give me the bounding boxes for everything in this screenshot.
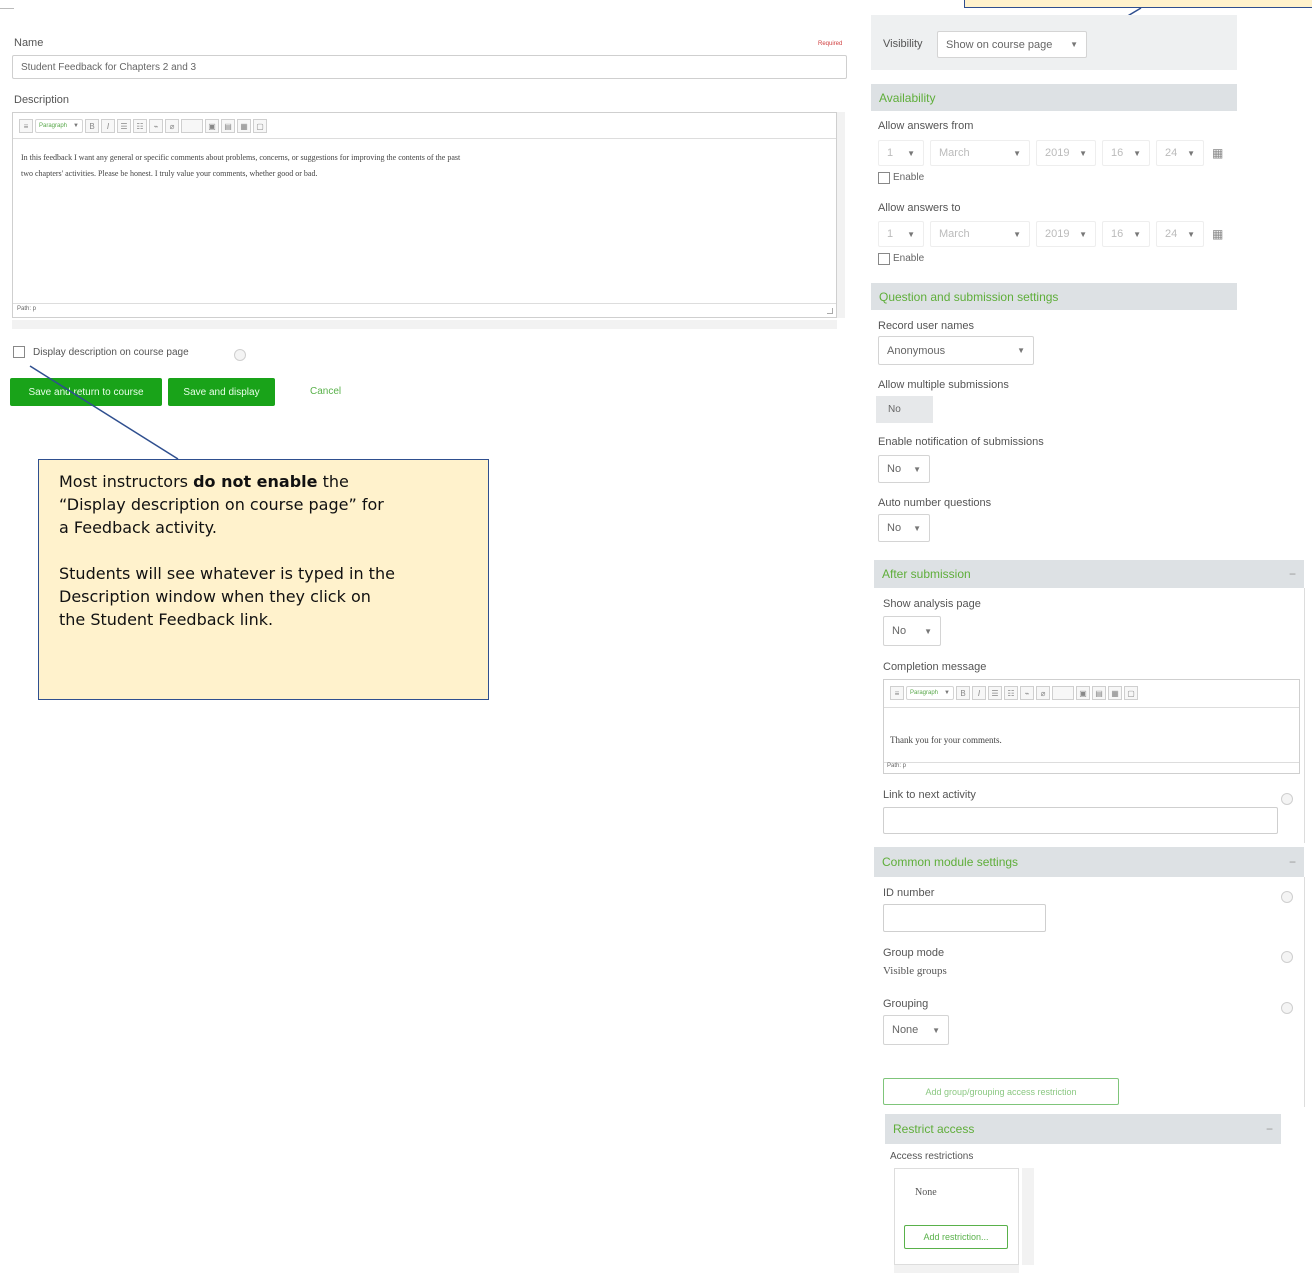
allow-from-date-row: 1 ▼ March ▼ 2019 ▼ 16 ▼ 24 ▼ ▦ [878, 140, 1228, 166]
from-minute-select[interactable]: 24 ▼ [1156, 140, 1204, 166]
from-day-select[interactable]: 1 ▼ [878, 140, 924, 166]
image-icon[interactable]: ▣ [1075, 686, 1090, 700]
availability-header[interactable]: Availability [871, 84, 1237, 111]
multiple-submissions-label: Allow multiple submissions [878, 379, 1009, 391]
completion-path: Path: p [887, 763, 907, 769]
help-icon[interactable] [1281, 793, 1293, 805]
collapse-icon[interactable]: − [1289, 855, 1296, 869]
common-module-header[interactable]: Common module settings − [874, 847, 1304, 877]
help-icon[interactable] [1281, 1002, 1293, 1014]
after-submission-border [1304, 588, 1305, 843]
visibility-select[interactable]: Show on course page ▼ [937, 31, 1087, 58]
grouping-label: Grouping [883, 998, 929, 1010]
help-icon[interactable] [1281, 951, 1293, 963]
access-restrictions-box: None Add restriction... [894, 1168, 1019, 1265]
unlink-icon[interactable]: ⌀ [1035, 686, 1050, 700]
restrictions-horizontal-scrollbar[interactable] [894, 1265, 1019, 1273]
notification-select[interactable]: No ▼ [878, 455, 930, 483]
visibility-label: Visibility [883, 38, 923, 50]
access-none-text: None [915, 1187, 937, 1198]
italic-icon[interactable]: I [971, 686, 986, 700]
number-list-icon[interactable]: ☷ [1003, 686, 1018, 700]
to-enable-checkbox[interactable] [878, 253, 890, 265]
from-year-select[interactable]: 2019 ▼ [1036, 140, 1096, 166]
to-year-select[interactable]: 2019 ▼ [1036, 221, 1096, 247]
completion-format-select[interactable]: Paragraph ▼ [906, 686, 954, 700]
allow-from-label: Allow answers from [878, 120, 974, 132]
collapse-icon[interactable]: − [1266, 1122, 1273, 1136]
bottom-callout-pointer [29, 365, 179, 460]
add-restriction-button[interactable]: Add restriction... [904, 1225, 1008, 1249]
help-icon[interactable] [1281, 891, 1293, 903]
media-icon[interactable]: ▤ [1091, 686, 1106, 700]
multiple-submissions-select[interactable]: No [876, 396, 933, 423]
to-minute-select[interactable]: 24 ▼ [1156, 221, 1204, 247]
completion-message-label: Completion message [883, 661, 987, 673]
to-enable-label: Enable [893, 253, 925, 264]
auto-number-select[interactable]: No ▼ [878, 514, 930, 542]
access-restrictions-label: Access restrictions [890, 1151, 974, 1162]
link-next-select[interactable] [883, 807, 1278, 834]
link-next-label: Link to next activity [883, 789, 976, 801]
file-icon[interactable]: ▦ [1107, 686, 1122, 700]
collapse-icon[interactable]: − [1289, 567, 1296, 581]
group-mode-value: Visible groups [883, 965, 947, 977]
allow-to-date-row: 1 ▼ March ▼ 2019 ▼ 16 ▼ 24 ▼ ▦ [878, 221, 1228, 247]
restrict-access-header[interactable]: Restrict access − [885, 1114, 1281, 1144]
to-month-select[interactable]: March ▼ [930, 221, 1030, 247]
show-analysis-label: Show analysis page [883, 598, 981, 610]
id-number-input[interactable] [883, 904, 1046, 932]
bold-icon[interactable]: B [955, 686, 970, 700]
link-icon[interactable]: ⌁ [1019, 686, 1034, 700]
common-module-border [1304, 877, 1305, 1107]
from-enable-checkbox[interactable] [878, 172, 890, 184]
instruction-callout: Most instructors do not enable the “Disp… [38, 459, 489, 700]
after-submission-header[interactable]: After submission − [874, 560, 1304, 588]
record-names-label: Record user names [878, 320, 974, 332]
calendar-icon[interactable]: ▦ [1212, 146, 1223, 160]
calendar-icon[interactable]: ▦ [1212, 227, 1223, 241]
toolbar-toggle-icon[interactable]: ≡ [890, 686, 904, 700]
top-callout-box [964, 0, 1312, 8]
from-enable-label: Enable [893, 172, 925, 183]
completion-toolbar: ≡ Paragraph ▼ B I ☰ ☷ ⌁ ⌀ ▣ ▤ ▦ ▢ [890, 686, 1138, 700]
emoticon-icon[interactable] [1051, 686, 1074, 700]
allow-to-label: Allow answers to [878, 202, 961, 214]
completion-status-divider [884, 762, 1299, 763]
auto-number-label: Auto number questions [878, 497, 992, 509]
completion-text[interactable]: Thank you for your comments. [890, 735, 1002, 745]
id-number-label: ID number [883, 887, 935, 899]
completion-message-editor[interactable]: ≡ Paragraph ▼ B I ☰ ☷ ⌁ ⌀ ▣ ▤ ▦ ▢ Thank y… [883, 679, 1300, 774]
question-settings-header[interactable]: Question and submission settings [871, 283, 1237, 310]
add-group-restriction-button[interactable]: Add group/grouping access restriction [883, 1078, 1119, 1105]
from-month-select[interactable]: March ▼ [930, 140, 1030, 166]
from-hour-select[interactable]: 16 ▼ [1102, 140, 1150, 166]
bullet-list-icon[interactable]: ☰ [987, 686, 1002, 700]
notification-label: Enable notification of submissions [878, 436, 1044, 448]
to-day-select[interactable]: 1 ▼ [878, 221, 924, 247]
grouping-select[interactable]: None ▼ [883, 1015, 949, 1045]
show-analysis-select[interactable]: No ▼ [883, 616, 941, 646]
manage-files-icon[interactable]: ▢ [1123, 686, 1138, 700]
record-names-select[interactable]: Anonymous ▼ [878, 336, 1034, 365]
group-mode-label: Group mode [883, 947, 945, 959]
to-hour-select[interactable]: 16 ▼ [1102, 221, 1150, 247]
restrictions-vertical-scrollbar[interactable] [1022, 1168, 1034, 1265]
completion-toolbar-divider [884, 707, 1299, 708]
